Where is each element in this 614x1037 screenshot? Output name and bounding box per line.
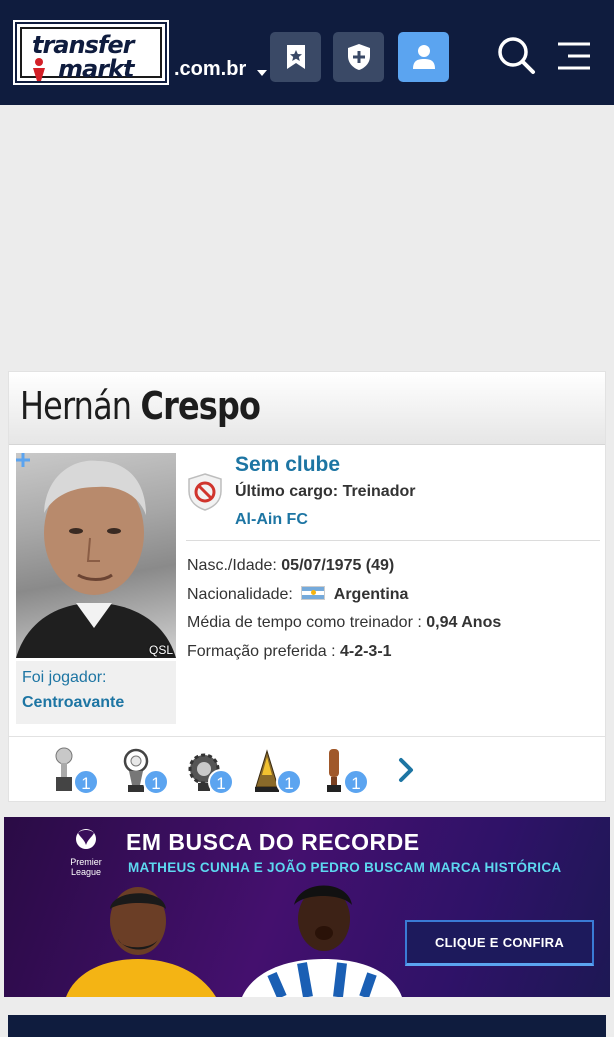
info-label: Nacionalidade: xyxy=(187,586,293,603)
trophy-count-badge: 1 xyxy=(208,769,234,795)
first-name: Hernán xyxy=(20,384,132,428)
former-position-link[interactable]: Centroavante xyxy=(22,689,170,717)
logo-text-markt: markt xyxy=(58,55,134,83)
ad-placeholder xyxy=(0,105,614,367)
premier-league-text: Premier League xyxy=(70,857,102,877)
divider xyxy=(186,540,600,541)
player-image xyxy=(242,885,402,997)
info-label: Nasc./Idade: xyxy=(187,557,277,574)
player-image xyxy=(66,887,216,997)
manager-profile-card: Hernán Crespo QSL Foi jogador: Centroava… xyxy=(8,371,606,802)
photo-credit: QSL xyxy=(148,643,173,657)
shield-plus-icon xyxy=(347,44,370,70)
club-status-link[interactable]: Sem clube xyxy=(235,453,340,477)
info-value: 05/07/1975 (49) xyxy=(281,557,395,574)
info-label: Média de tempo como treinador : xyxy=(187,614,422,631)
trophy-item[interactable]: 1 xyxy=(119,747,169,795)
former-player-box: Foi jogador: Centroavante xyxy=(16,661,176,724)
last-club-link[interactable]: Al-Ain FC xyxy=(235,511,308,529)
hamburger-menu-icon[interactable] xyxy=(554,35,594,75)
info-value: 4-2-3-1 xyxy=(339,643,392,660)
banner-title: EM BUSCA DO RECORDE xyxy=(126,829,420,855)
former-player-label: Foi jogador: xyxy=(22,669,107,686)
last-name: Crespo xyxy=(140,384,261,428)
star-icon[interactable] xyxy=(16,453,30,467)
domain-selector[interactable]: .com.br xyxy=(174,58,246,81)
watchlist-button[interactable] xyxy=(270,32,321,82)
banner-subtitle: MATHEUS CUNHA E JOÃO PEDRO BUSCAM MARCA … xyxy=(128,860,562,875)
trophy-count-badge: 1 xyxy=(343,769,369,795)
user-icon xyxy=(412,45,435,69)
info-value: Argentina xyxy=(333,586,409,603)
info-label: Formação preferida : xyxy=(187,643,336,660)
profile-photo[interactable]: QSL xyxy=(16,453,176,658)
banner-cta-button[interactable]: CLIQUE E CONFIRA xyxy=(405,920,594,966)
trophy-carousel: 1 1 1 1 1 xyxy=(9,736,605,802)
trophy-item[interactable]: 1 xyxy=(184,747,234,795)
argentina-flag-icon xyxy=(301,586,326,600)
page-title: Hernán Crespo xyxy=(20,384,261,428)
chevron-right-icon[interactable] xyxy=(395,757,417,783)
logo-frame: transfer markt xyxy=(20,27,162,83)
trophy-item[interactable]: 1 xyxy=(252,747,302,795)
portrait-image xyxy=(16,460,176,658)
user-profile-button[interactable] xyxy=(398,32,449,82)
club-shield-button[interactable] xyxy=(333,32,384,82)
search-icon[interactable] xyxy=(496,35,536,75)
info-value: 0,94 Anos xyxy=(426,614,502,631)
info-avg-tenure: Média de tempo como treinador : 0,94 Ano… xyxy=(187,614,501,632)
next-section-header xyxy=(8,1015,606,1037)
info-nationality: Nacionalidade: Argentina xyxy=(187,586,408,604)
trophy-count-badge: 1 xyxy=(276,769,302,795)
trophy-item[interactable]: 1 xyxy=(319,747,369,795)
last-role: Último cargo: Treinador xyxy=(235,483,416,500)
logo-player-icon xyxy=(33,58,45,81)
bookmark-star-icon xyxy=(286,45,305,69)
no-club-crest-icon xyxy=(188,473,222,511)
top-header: transfer markt .com.br xyxy=(0,0,614,105)
info-formation: Formação preferida : 4-2-3-1 xyxy=(187,643,392,661)
promo-banner[interactable]: Premier League EM BUSCA DO RECORDE MATHE… xyxy=(4,817,610,997)
profile-header: Hernán Crespo xyxy=(9,372,605,445)
caret-down-icon[interactable] xyxy=(257,70,267,76)
transfermarkt-logo[interactable]: transfer markt xyxy=(13,20,169,85)
trophy-count-badge: 1 xyxy=(143,769,169,795)
trophy-count-badge: 1 xyxy=(73,769,99,795)
trophy-item[interactable]: 1 xyxy=(49,747,99,795)
info-birth: Nasc./Idade: 05/07/1975 (49) xyxy=(187,557,394,575)
